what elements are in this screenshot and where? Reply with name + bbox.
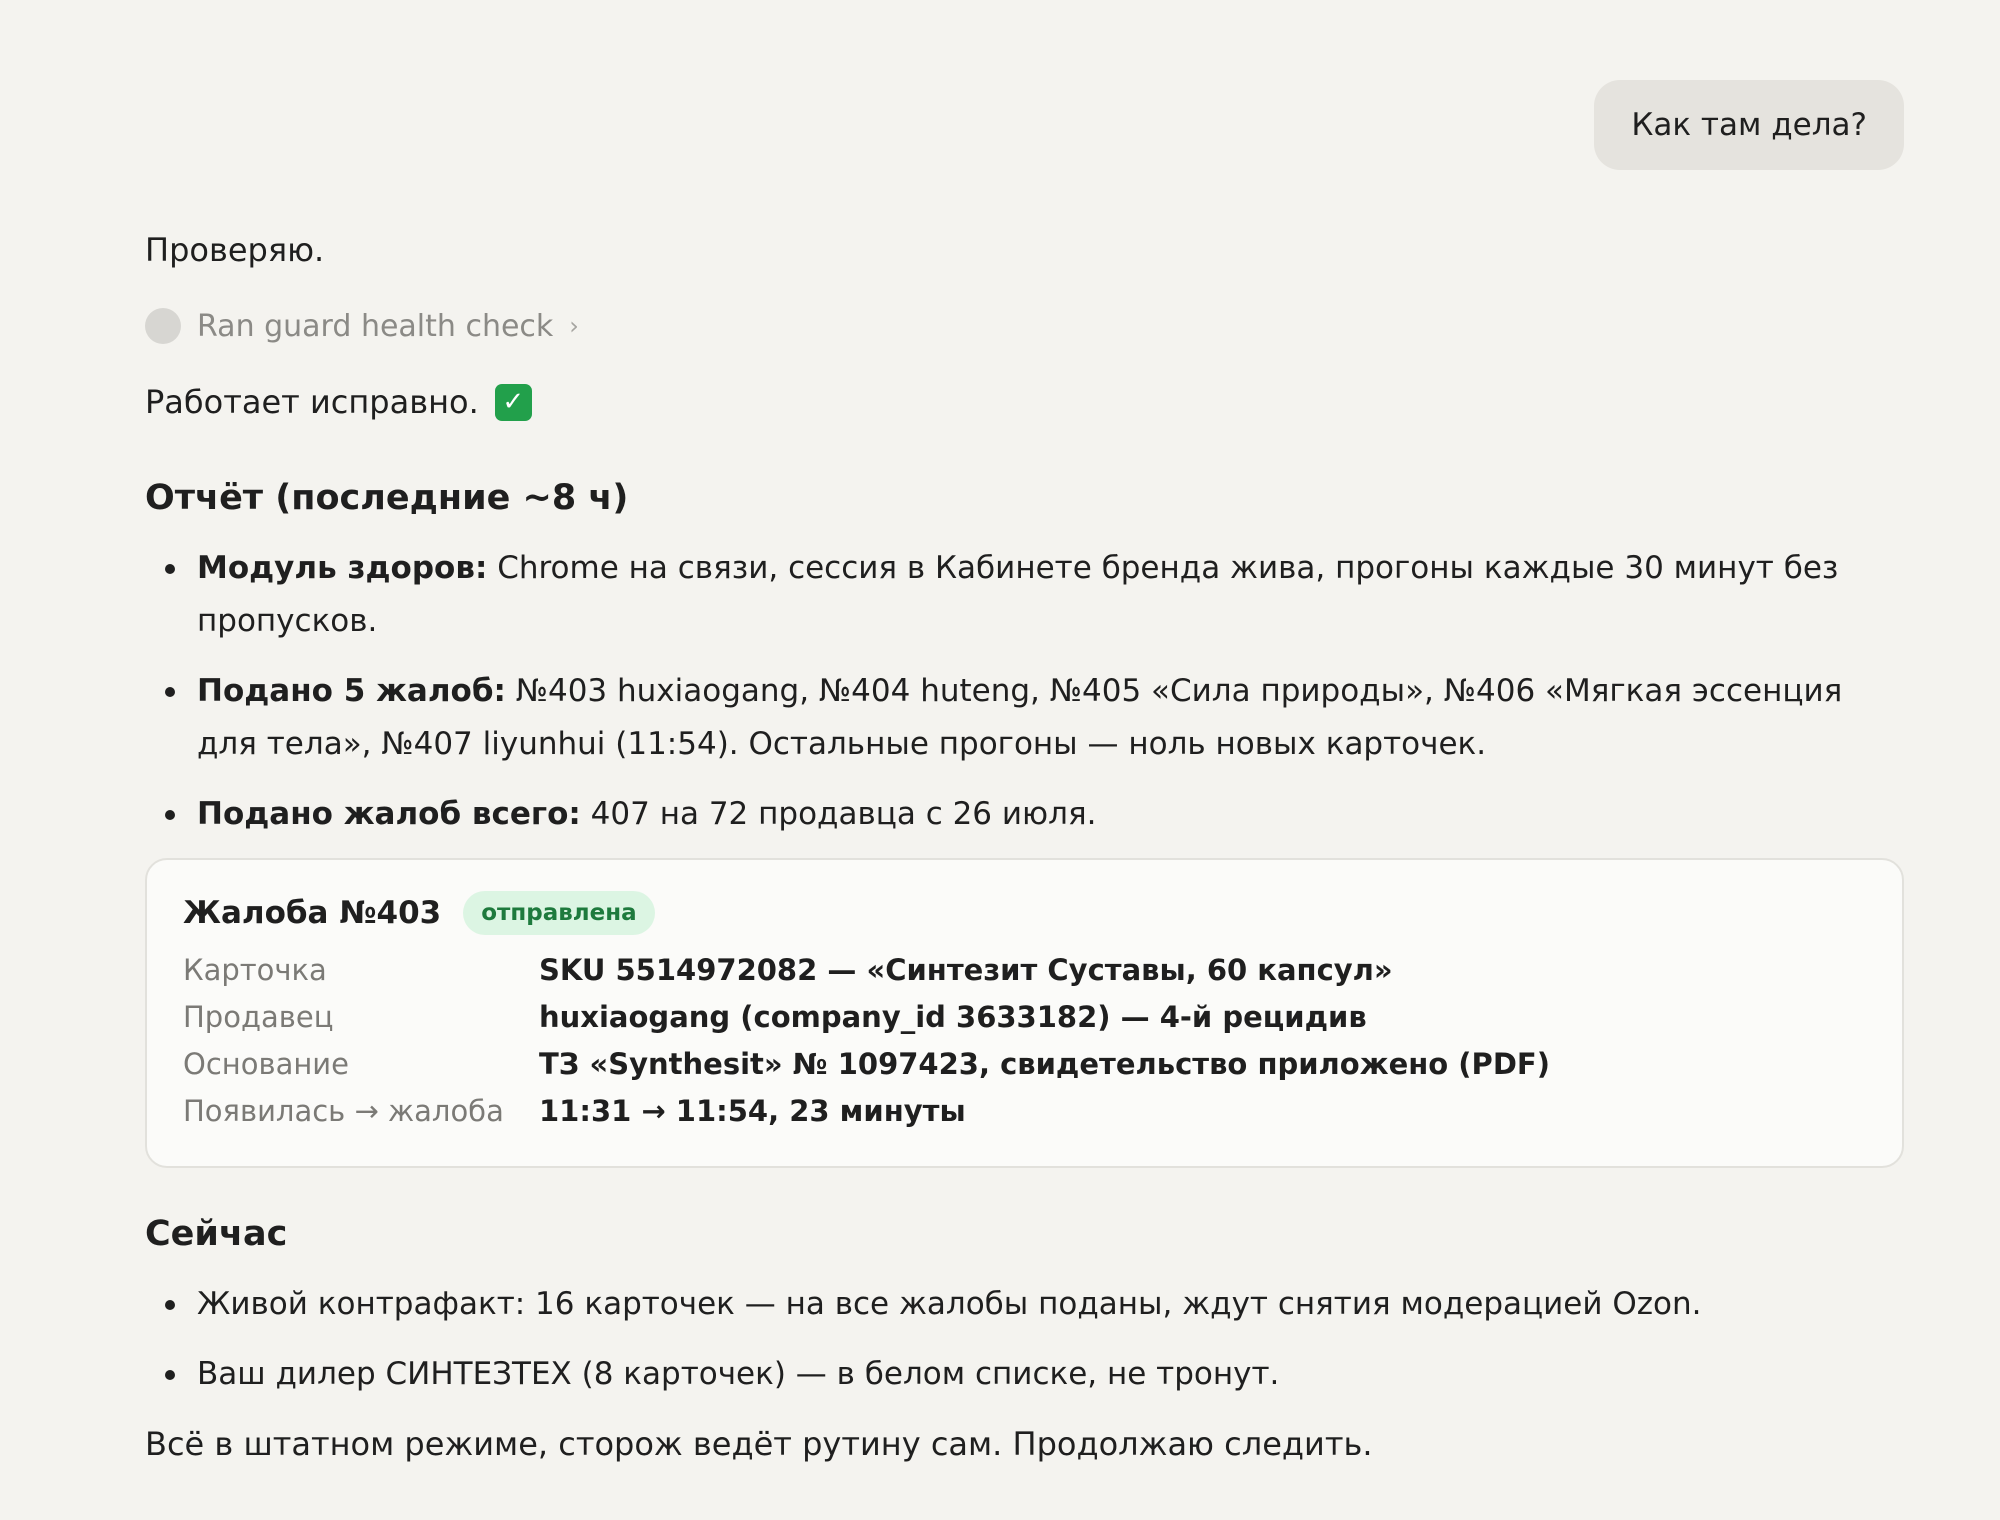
list-item: Ваш дилер СИНТЕЗТЕХ (8 карточек) — в бел…: [145, 1348, 1905, 1401]
complaint-title: Жалоба №403: [183, 895, 442, 931]
status-text: Работает исправно.: [145, 383, 479, 421]
detail-key: Карточка: [183, 952, 327, 987]
detail-key: Основание: [183, 1046, 349, 1081]
detail-row: Продавец huxiaogang (company_id 3633182)…: [183, 993, 1866, 1040]
chevron-right-icon: ›: [569, 312, 579, 340]
now-heading: Сейчас: [145, 1214, 288, 1254]
now-list: Живой контрафакт: 16 карточек — на все ж…: [145, 1278, 1905, 1401]
list-item-bold: Модуль здоров:: [197, 550, 488, 586]
list-item: Живой контрафакт: 16 карточек — на все ж…: [145, 1278, 1905, 1331]
tool-call-label: Ran guard health check: [197, 308, 554, 344]
list-item-bold: Подано жалоб всего:: [197, 796, 581, 832]
detail-key: Появилась → жалоба: [183, 1093, 504, 1128]
list-item: Подано 5 жалоб: №403 huxiaogang, №404 hu…: [145, 665, 1905, 771]
report-list: Модуль здоров: Chrome на связи, сессия в…: [145, 542, 1905, 841]
user-message-text: Как там дела?: [1631, 107, 1867, 143]
list-item: Модуль здоров: Chrome на связи, сессия в…: [145, 542, 1905, 648]
complaint-card-header: Жалоба №403 отправлена: [183, 888, 1866, 938]
assistant-closing: Всё в штатном режиме, сторож ведёт рутин…: [145, 1425, 1373, 1463]
tool-call-toggle[interactable]: Ran guard health check ›: [145, 300, 1905, 352]
status-badge: отправлена: [463, 891, 655, 935]
list-item: Подано жалоб всего: 407 на 72 продавца с…: [145, 788, 1905, 841]
list-item-text: 407 на 72 продавца с 26 июля.: [580, 796, 1097, 832]
complaint-details: Карточка SKU 5514972082 — «Синтезит Суст…: [183, 946, 1866, 1134]
list-item-bold: Подано 5 жалоб:: [197, 673, 506, 709]
assistant-message: Проверяю. Ran guard health check › Работ…: [145, 224, 1905, 1470]
complaint-card: Жалоба №403 отправлена Карточка SKU 5514…: [145, 858, 1904, 1168]
detail-row: Появилась → жалоба 11:31 → 11:54, 23 мин…: [183, 1087, 1866, 1134]
detail-value: ТЗ «Synthesit» № 1097423, свидетельство …: [539, 1046, 1550, 1081]
detail-value: huxiaogang (company_id 3633182) — 4-й ре…: [539, 999, 1367, 1034]
user-message-bubble: Как там дела?: [1594, 80, 1904, 170]
check-mark-icon: ✓: [494, 383, 532, 421]
status-line: Работает исправно. ✓: [145, 376, 1905, 428]
report-heading: Отчёт (последние ~8 ч): [145, 478, 629, 518]
detail-key: Продавец: [183, 999, 334, 1034]
detail-row: Основание ТЗ «Synthesit» № 1097423, свид…: [183, 1040, 1866, 1087]
tool-status-icon: [145, 308, 181, 344]
detail-value: 11:31 → 11:54, 23 минуты: [539, 1093, 966, 1128]
assistant-intro: Проверяю.: [145, 231, 325, 269]
detail-row: Карточка SKU 5514972082 — «Синтезит Суст…: [183, 946, 1866, 993]
detail-value: SKU 5514972082 — «Синтезит Суставы, 60 к…: [539, 952, 1393, 987]
chat-page: Как там дела? Проверяю. Ran guard health…: [0, 0, 2000, 1520]
